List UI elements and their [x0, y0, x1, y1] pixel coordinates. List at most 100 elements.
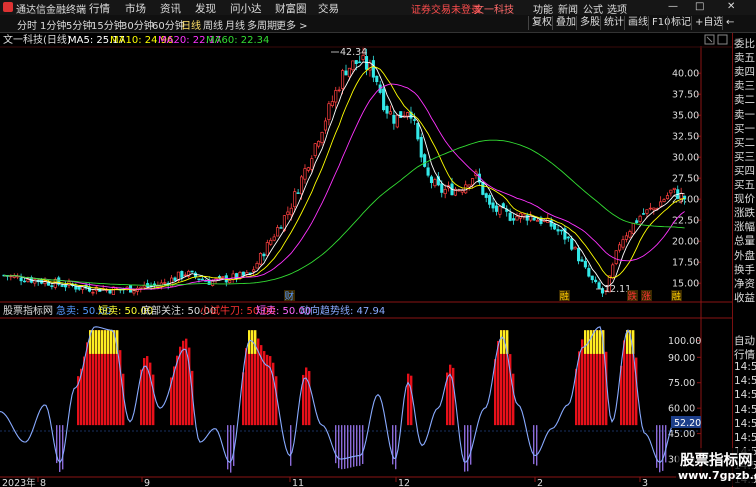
signal-bar-red — [149, 362, 152, 426]
candle-body — [652, 207, 656, 211]
ind-y-tick-label: 75.00 — [668, 378, 695, 389]
quote-label: 收益 — [734, 291, 755, 304]
menu-gongneng[interactable]: 功能 — [533, 1, 553, 16]
signal-bar-yellow — [500, 330, 503, 354]
x-tick-label: 12 — [398, 478, 410, 487]
y-tick-label: 40.00 — [672, 69, 699, 80]
menu-faxian[interactable]: 发现 — [195, 1, 216, 16]
tab-30min[interactable]: 30分钟 — [121, 17, 154, 32]
x-tick-label: 9 — [144, 478, 150, 487]
signal-bar-purple — [227, 425, 229, 470]
quote-label: 委比 — [734, 38, 755, 50]
signal-bar-yellow — [95, 330, 98, 354]
indicator-name: 股票指标网 — [3, 304, 53, 317]
tab-multi[interactable]: 多周期 — [247, 17, 277, 32]
candle-body — [344, 70, 348, 76]
menu-gongshi[interactable]: 公式 — [583, 1, 603, 16]
menu-hangqing[interactable]: 行情 — [89, 1, 110, 16]
tab-15min[interactable]: 15分钟 — [91, 17, 124, 32]
event-marker: 涨 — [642, 292, 652, 303]
candle-body — [64, 284, 68, 288]
signal-bar-purple — [347, 425, 349, 469]
tab-weekly[interactable]: 周线 — [203, 17, 223, 32]
signal-bar-purple — [464, 425, 466, 472]
tab-fenshi[interactable]: 分时 — [17, 17, 37, 32]
candle-body — [50, 285, 54, 287]
menu-caifuquan[interactable]: 财富圈 — [275, 1, 307, 16]
candle-body — [289, 207, 293, 216]
candle-body — [252, 269, 256, 272]
overlay-button[interactable]: 叠加 — [552, 16, 579, 30]
candle-body — [341, 70, 345, 89]
signal-bar-purple — [350, 425, 352, 468]
candle-body — [310, 158, 314, 170]
back-arrow-icon[interactable]: ← — [722, 16, 737, 30]
candle-body — [351, 60, 355, 71]
restore-rights-button[interactable]: 复权 — [528, 16, 555, 30]
candle-body — [587, 268, 591, 277]
candle-body — [460, 190, 464, 193]
login-warning[interactable]: 证券交易未登录 — [411, 1, 481, 16]
candle-body — [255, 263, 259, 269]
signal-bar-purple — [290, 425, 292, 466]
candle-body — [241, 271, 245, 276]
signal-bar-purple — [665, 425, 667, 463]
candle-body — [211, 280, 215, 286]
y-tick-label: 20.00 — [672, 237, 699, 248]
tab-5min[interactable]: 5分钟 — [66, 17, 92, 32]
stock-title: 文一科技(日线) — [3, 33, 71, 46]
draw-line-button[interactable]: 画线 — [624, 16, 651, 30]
menu-zixun[interactable]: 资讯 — [160, 1, 181, 16]
menu-jiaoyi[interactable]: 交易 — [318, 1, 339, 16]
signal-bar-purple — [344, 425, 346, 469]
candle-body — [522, 213, 526, 217]
candle-body — [139, 286, 143, 289]
y-tick-label: 30.00 — [672, 153, 699, 164]
y-tick-label: 15.00 — [672, 279, 699, 290]
tab-1min[interactable]: 1分钟 — [40, 17, 66, 32]
candle-body — [556, 229, 560, 232]
candle-body — [60, 285, 64, 287]
multi-stock-button[interactable]: 多股 — [576, 16, 603, 30]
minimize-icon[interactable]: — — [668, 1, 678, 12]
y-tick-label: 27.50 — [672, 174, 699, 185]
title-bar: 通达信金融终端 行情 市场 资讯 发现 问小达 财富圈 交易 证券交易未登录 文… — [0, 0, 756, 16]
signal-bar-yellow — [254, 330, 257, 354]
mark-button[interactable]: 标记 — [667, 16, 694, 30]
signal-bar-purple — [356, 425, 358, 467]
tab-daily[interactable]: 日线 — [181, 17, 201, 32]
signal-bar-purple — [341, 425, 343, 470]
candle-body — [347, 67, 351, 78]
candle-body — [132, 290, 136, 294]
candle-body — [669, 189, 673, 194]
close-icon[interactable]: ✕ — [727, 1, 735, 12]
candle-body — [183, 274, 187, 277]
candle-body — [180, 271, 184, 278]
tick-time: 14:50 — [734, 431, 756, 444]
ma-legend: MA5: 25.17 MA10: 24.96 MA20: 22.17 MA60:… — [68, 35, 269, 46]
menu-xinwen[interactable]: 新闻 — [558, 1, 578, 16]
tab-60min[interactable]: 60分钟 — [152, 17, 185, 32]
signal-bar-yellow — [107, 330, 110, 354]
ind-y-tick-label: 100.00 — [668, 336, 701, 347]
signal-bar-purple — [353, 425, 355, 467]
candle-body — [467, 184, 471, 188]
statistics-button[interactable]: 统计 — [600, 16, 627, 30]
chart-area[interactable]: 文一科技(日线) MA5: 25.17 MA10: 24.96 MA20: 22… — [0, 33, 756, 487]
menu-shichang[interactable]: 市场 — [125, 1, 146, 16]
candle-body — [508, 212, 512, 221]
candle-body — [375, 75, 379, 83]
menu-xuanxiang[interactable]: 选项 — [607, 1, 627, 16]
tab-monthly[interactable]: 月线 — [225, 17, 245, 32]
maximize-icon[interactable]: □ — [695, 1, 704, 12]
candle-body — [515, 215, 519, 221]
signal-bar-red — [407, 373, 410, 426]
candle-body — [197, 278, 201, 281]
candle-body — [426, 167, 430, 176]
quote-panel: 委比 卖五 卖四 卖三 卖二 卖一 买一 买二 买三 买四 买五 现价 涨跌 涨幅 总量 外盘 换手 净资 收益 自… — [732, 33, 756, 487]
candle-body — [19, 277, 23, 282]
menu-wenxiaoda[interactable]: 问小达 — [230, 1, 262, 16]
tab-more[interactable]: 更多 > — [276, 17, 308, 32]
quote-label: 涨跌 — [734, 207, 755, 220]
candle-body — [163, 282, 167, 284]
